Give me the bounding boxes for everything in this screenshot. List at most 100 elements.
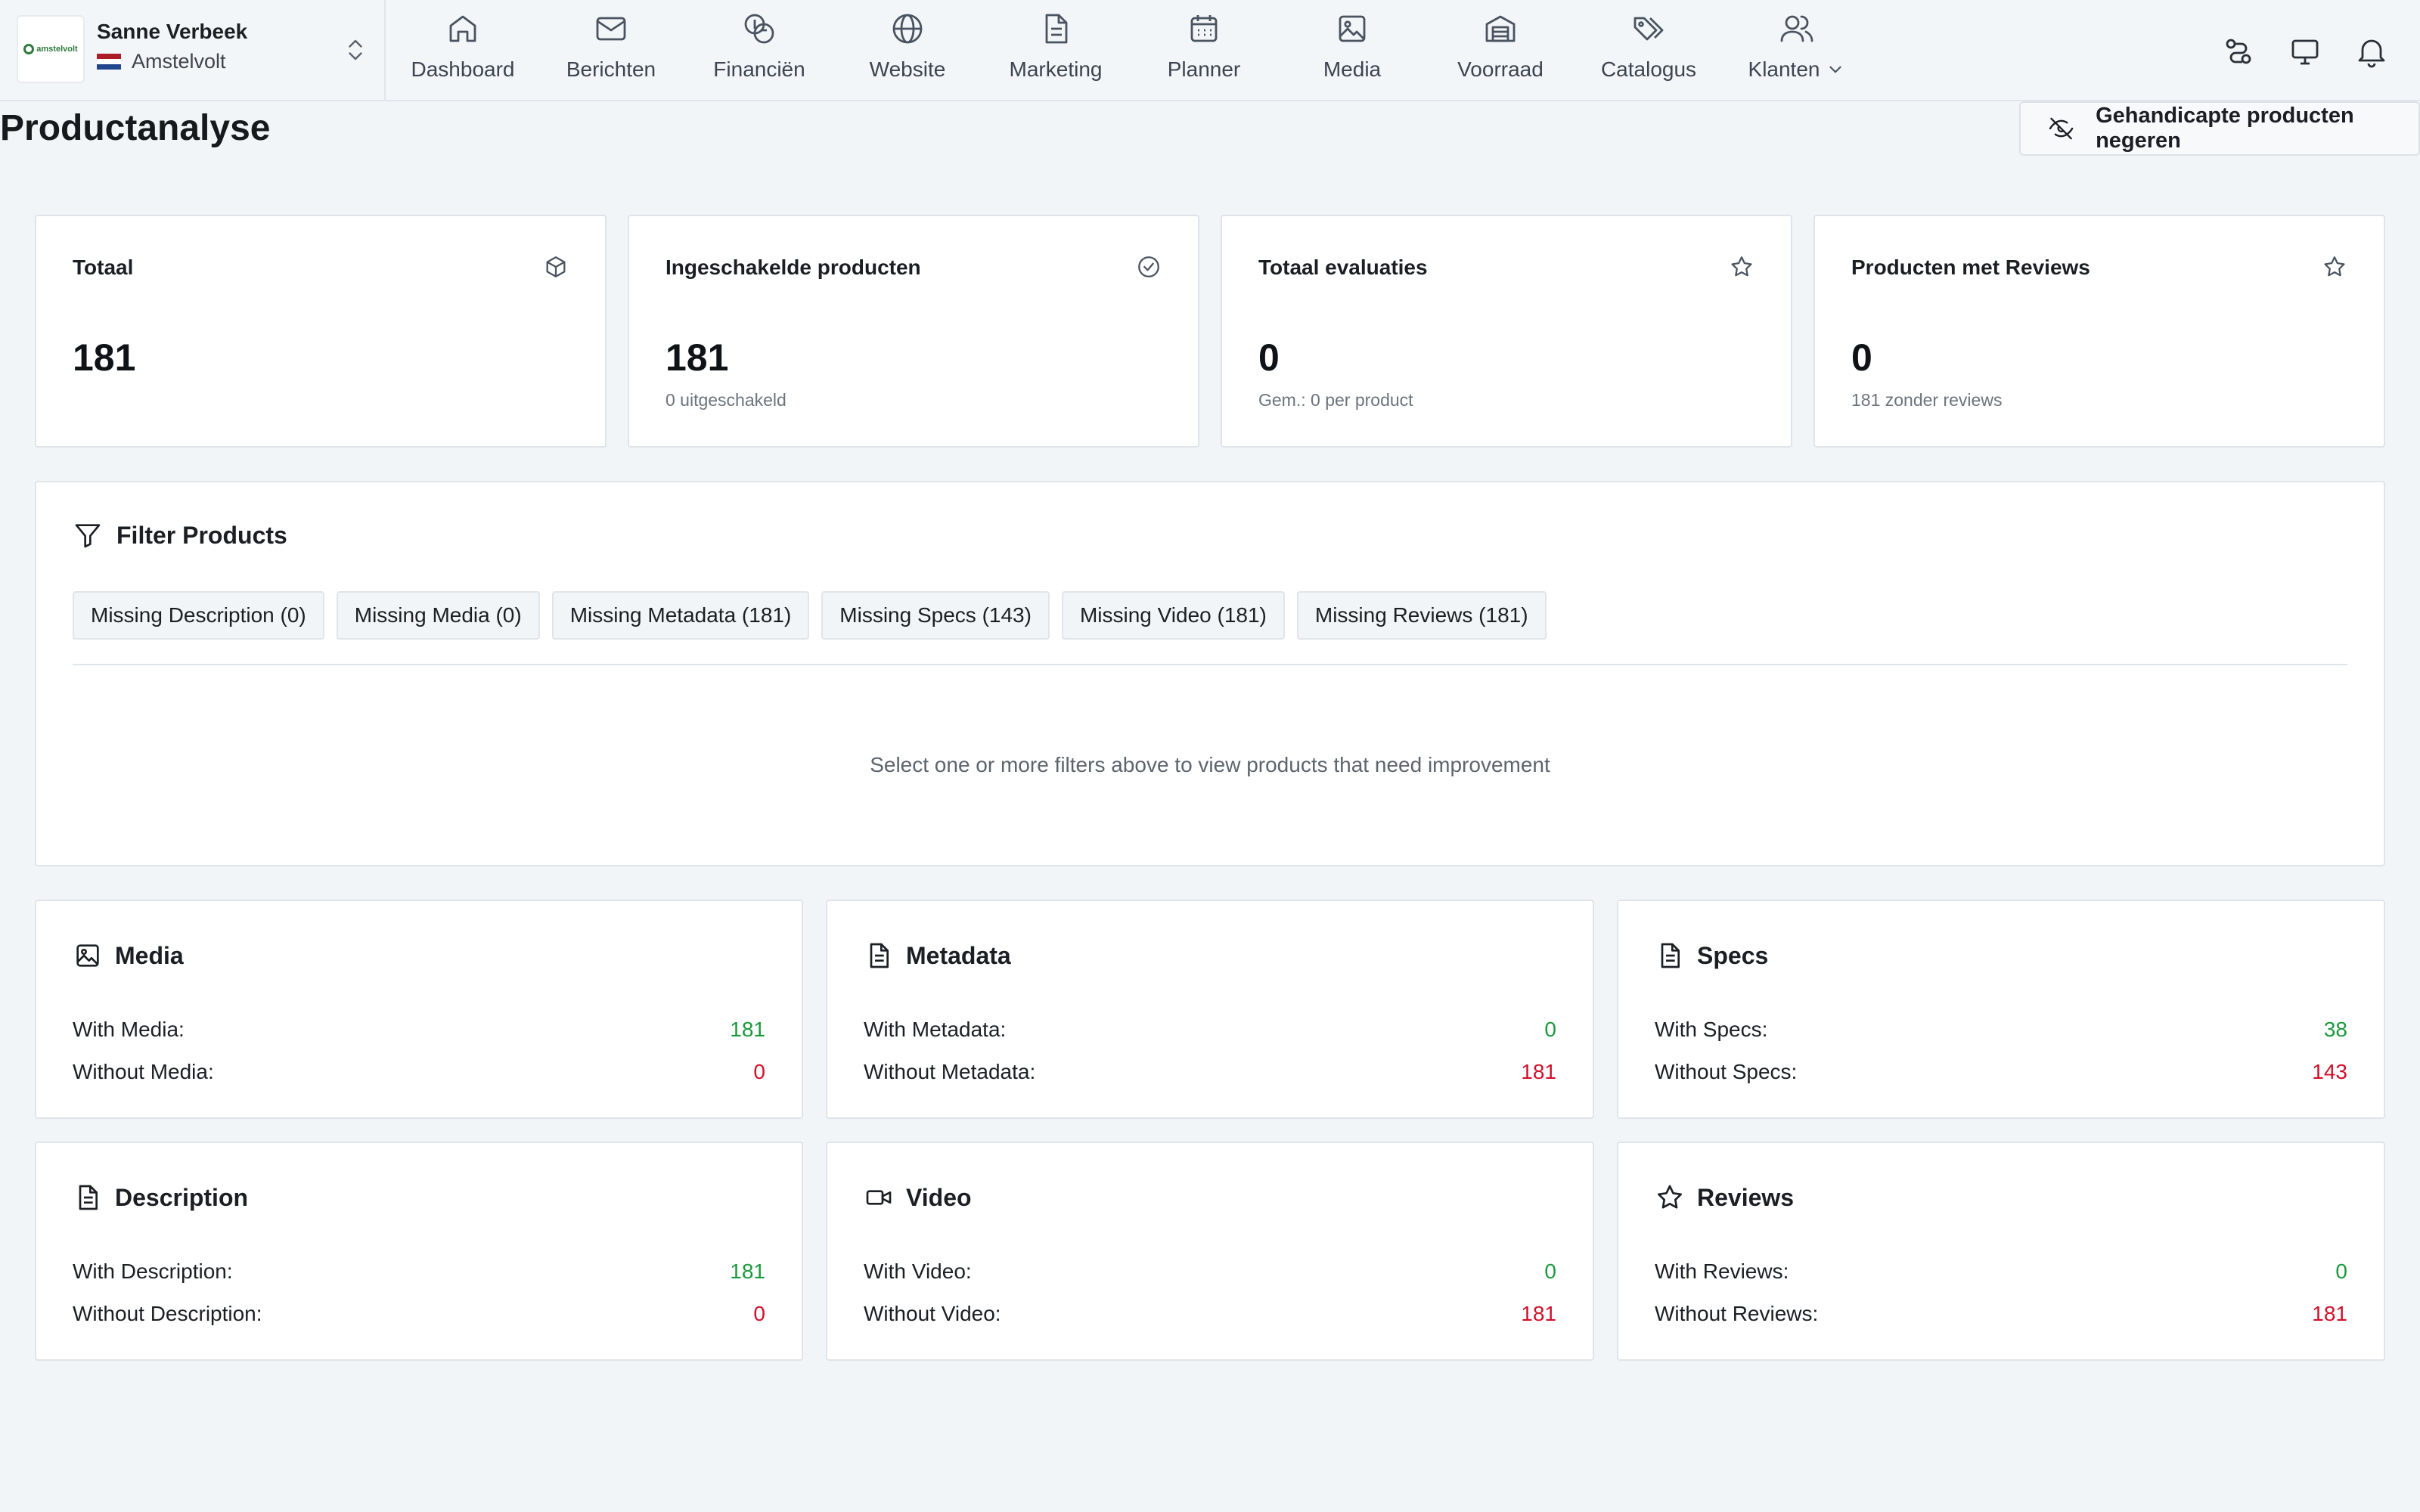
filter-title: Filter Products [116, 521, 287, 549]
top-bar: amstelvolt Sanne Verbeek Amstelvolt Dash… [0, 0, 2420, 101]
breakdown-value-negative: 0 [753, 1302, 765, 1325]
stat-subtext: 181 zonder reviews [1851, 390, 2003, 410]
breakdown-value-negative: 181 [1521, 1302, 1556, 1325]
nav-media[interactable]: Media [1278, 0, 1426, 100]
tags-icon [1634, 17, 1664, 41]
nav-label: Klanten [1748, 57, 1820, 81]
divider [73, 664, 2347, 665]
document-icon [1045, 14, 1068, 44]
star-icon [1729, 254, 1754, 280]
breakdown-row-with: With Metadata: 0 [864, 1018, 1556, 1042]
store-logo: amstelvolt [17, 15, 85, 83]
breakdown-row-with: With Specs: 38 [1655, 1018, 2347, 1042]
filter-chip-missing-specs[interactable]: Missing Specs (143) [821, 591, 1050, 640]
breakdown-header: Metadata [864, 940, 1011, 971]
filter-chip-missing-video[interactable]: Missing Video (181) [1061, 591, 1285, 640]
breakdown-header: Specs [1655, 940, 1768, 971]
check-circle-icon [1136, 254, 1162, 280]
coins-icon [744, 14, 774, 44]
nav-label: Voorraad [1457, 57, 1544, 81]
stat-card-total: Totaal 181 [35, 215, 607, 448]
stat-card-enabled-products: Ingeschakelde producten 181 0 uitgeschak… [628, 215, 1199, 448]
breakdown-label: Without Video: [864, 1302, 1001, 1325]
breakdown-label: Without Reviews: [1655, 1302, 1819, 1325]
chevrons-up-down-icon[interactable] [342, 35, 369, 65]
breakdown-label: Without Metadata: [864, 1060, 1036, 1083]
nav-klanten-label-row: Klanten [1748, 57, 1846, 82]
nav-label: Financiën [713, 57, 805, 81]
ignore-disabled-products-label: Gehandicapte producten negeren [2096, 104, 2354, 153]
monitor-icon[interactable] [2287, 33, 2323, 70]
breakdown-row-without: Without Video: 181 [864, 1302, 1556, 1326]
filter-chip-missing-metadata[interactable]: Missing Metadata (181) [551, 591, 810, 640]
breakdown-value-positive: 38 [2323, 1018, 2347, 1041]
filter-chip-missing-description[interactable]: Missing Description (0) [73, 591, 324, 640]
filter-header: Filter Products [73, 520, 287, 550]
star-icon [2322, 254, 2347, 280]
logo-text: amstelvolt [36, 45, 78, 54]
breakdown-label: With Reviews: [1655, 1259, 1789, 1283]
nav-berichten[interactable]: Berichten [537, 0, 685, 100]
stat-subtext: Gem.: 0 per product [1258, 390, 1413, 410]
stat-subtext: 0 uitgeschakeld [666, 390, 786, 410]
bell-icon[interactable] [2353, 33, 2390, 70]
nav-label: Marketing [1009, 57, 1103, 81]
nav-marketing[interactable]: Marketing [982, 0, 1130, 100]
breakdown-value-positive: 0 [1544, 1259, 1556, 1283]
connections-icon[interactable] [2220, 33, 2257, 70]
stat-title: Ingeschakelde producten [666, 256, 921, 279]
breakdown-card-specs: Specs With Specs: 38 Without Specs: 143 [1617, 900, 2385, 1119]
breakdown-card-reviews: Reviews With Reviews: 0 Without Reviews:… [1617, 1142, 2385, 1361]
filter-chip-missing-media[interactable]: Missing Media (0) [336, 591, 540, 640]
box-icon [543, 254, 569, 280]
breakdown-value-negative: 0 [753, 1060, 765, 1083]
nav-website[interactable]: Website [833, 0, 982, 100]
filter-icon [75, 524, 101, 548]
nav-dashboard[interactable]: Dashboard [389, 0, 537, 100]
breakdown-header: Media [73, 940, 184, 971]
topbar-actions [2220, 33, 2390, 70]
breakdown-row-without: Without Description: 0 [73, 1302, 765, 1326]
breakdown-row-with: With Media: 181 [73, 1018, 765, 1042]
breakdown-header: Reviews [1655, 1182, 1794, 1213]
breakdown-card-video: Video With Video: 0 Without Video: 181 [826, 1142, 1594, 1361]
breakdown-label: With Media: [73, 1018, 185, 1041]
image-icon [1339, 15, 1366, 42]
account-switcher[interactable]: amstelvolt Sanne Verbeek Amstelvolt [0, 0, 386, 100]
ignore-disabled-products-button[interactable]: Gehandicapte producten negeren [2019, 101, 2420, 156]
nav-financien[interactable]: Financiën [685, 0, 833, 100]
breakdown-row-with: With Description: 181 [73, 1259, 765, 1284]
breakdown-value-negative: 181 [2312, 1302, 2347, 1325]
file-text-icon [870, 943, 889, 968]
breakdown-title: Video [906, 1183, 972, 1211]
nav-label: Berichten [566, 57, 656, 81]
stat-value: 181 [73, 336, 136, 379]
breakdown-label: With Video: [864, 1259, 972, 1283]
stat-value: 181 [666, 336, 729, 379]
users-icon [1780, 15, 1813, 42]
breakdown-header: Video [864, 1182, 972, 1213]
breakdown-label: With Description: [73, 1259, 233, 1283]
breakdown-label: Without Description: [73, 1302, 262, 1325]
star-icon [1658, 1185, 1682, 1209]
breakdown-value-positive: 181 [730, 1259, 765, 1283]
stat-title: Totaal evaluaties [1258, 256, 1428, 279]
breakdown-card-description: Description With Description: 181 Withou… [35, 1142, 803, 1361]
filter-chip-missing-reviews[interactable]: Missing Reviews (181) [1296, 591, 1547, 640]
stat-title: Producten met Reviews [1851, 256, 2090, 279]
nav-catalogus[interactable]: Catalogus [1575, 0, 1723, 100]
globe-icon [892, 14, 923, 44]
home-icon [449, 15, 476, 42]
main-nav: Dashboard Berichten Financiën Website Ma… [389, 0, 1871, 100]
calendar-icon [1190, 15, 1218, 42]
nav-planner[interactable]: Planner [1130, 0, 1278, 100]
file-text-icon [1661, 943, 1680, 968]
nav-label: Planner [1167, 57, 1241, 81]
breakdown-title: Description [115, 1183, 249, 1211]
store-name-row: Amstelvolt [97, 50, 226, 73]
nav-voorraad[interactable]: Voorraad [1426, 0, 1575, 100]
stat-value: 0 [1851, 336, 1872, 379]
filter-empty-message: Select one or more filters above to view… [870, 753, 1550, 776]
nav-klanten[interactable]: Klanten [1723, 0, 1871, 100]
filter-chips: Missing Description (0) Missing Media (0… [73, 591, 1547, 640]
